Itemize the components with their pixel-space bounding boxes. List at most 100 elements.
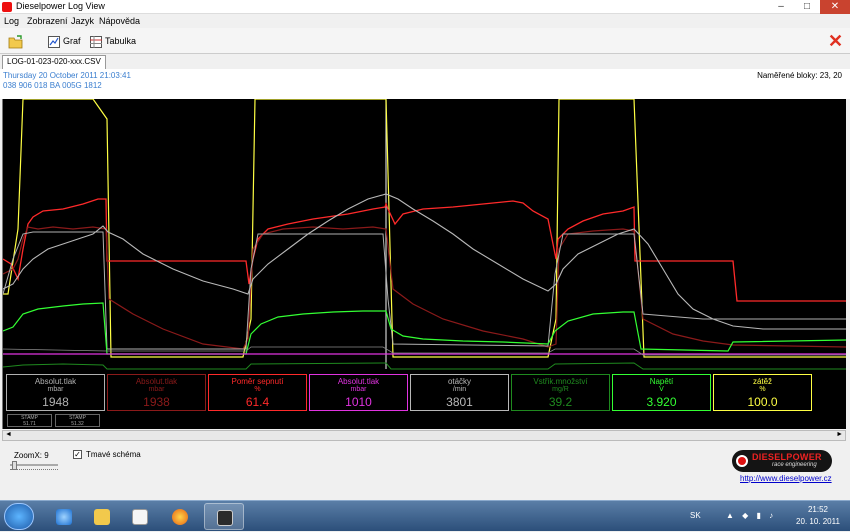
gauge-name: Poměr sepnutí	[231, 377, 284, 386]
graph-button[interactable]: Graf	[48, 32, 81, 50]
gauge-unit: %	[759, 386, 766, 393]
zoom-label: ZoomX: 9	[14, 451, 49, 460]
maximize-button[interactable]: □	[794, 0, 820, 14]
horizontal-scrollbar[interactable]: ◄ ►	[2, 430, 846, 441]
stamp-1: STAMP 51.71	[7, 414, 52, 427]
logo-tagline: race engineering	[772, 462, 817, 468]
stamp-value: 51.32	[71, 421, 84, 427]
gauge-name: zátěž	[752, 377, 773, 386]
stamp-value: 51.71	[23, 421, 36, 427]
gauge-absolut-tlak-2[interactable]: Absolut.tlak mbar 1938	[107, 374, 206, 411]
menu-napoveda[interactable]: Nápověda	[99, 16, 140, 26]
close-log-icon[interactable]: ✕	[828, 32, 843, 50]
trace-load	[3, 99, 846, 358]
trace-map	[3, 231, 846, 350]
gauge-name: otáčky	[447, 377, 472, 386]
log-date: Thursday 20 October 2011 21:03:41	[3, 71, 131, 80]
ie-icon[interactable]	[44, 503, 84, 530]
info-bar: Thursday 20 October 2011 21:03:41 038 90…	[0, 69, 850, 99]
window-title: Dieselpower Log View	[16, 1, 105, 11]
graph-label: Graf	[63, 36, 81, 46]
gauge-absolut-tlak-1[interactable]: Absolut.tlak mbar 1948	[6, 374, 105, 411]
gauge-pomer-sepnuti[interactable]: Poměr sepnutí % 61.4	[208, 374, 307, 411]
gauge-value: 1948	[42, 395, 69, 409]
media-player-icon[interactable]	[120, 503, 160, 530]
table-label: Tabulka	[105, 36, 137, 46]
gauge-name: Vstřik.množství	[533, 377, 588, 386]
open-folder-button[interactable]	[8, 32, 24, 50]
clock-date: 20. 10. 2011	[796, 517, 840, 526]
gauge-otacky[interactable]: otáčky /min 3801	[410, 374, 509, 411]
gauge-unit: /min	[452, 386, 467, 393]
stamp-2: STAMP 51.32	[55, 414, 100, 427]
system-tray: SK ▲ ◆ ▮ ♪ 21:52 20. 10. 2011	[680, 501, 850, 532]
menu-log[interactable]: Log	[4, 16, 19, 26]
title-bar: Dieselpower Log View – □ ✕	[0, 0, 850, 14]
zoom-track	[10, 464, 58, 466]
trace-injection	[3, 362, 846, 370]
gauge-unit: mg/R	[552, 386, 569, 393]
zoom-thumb[interactable]	[12, 461, 17, 470]
gauge-value: 1938	[143, 395, 170, 409]
tab-log-file[interactable]: LOG-01-023-020-xxx.CSV	[2, 55, 106, 69]
clock-time: 21:52	[807, 505, 829, 514]
tab-strip: LOG-01-023-020-xxx.CSV	[0, 55, 850, 69]
tray-icons[interactable]: ▲ ◆ ▮ ♪	[726, 511, 776, 520]
gauge-vstrik-mnozstvi[interactable]: Vstřik.množství mg/R 39.2	[511, 374, 610, 411]
chart-icon	[48, 35, 60, 48]
gauge-absolut-tlak-3[interactable]: Absolut.tlak mbar 1010	[309, 374, 408, 411]
logo-emblem-icon	[736, 455, 748, 467]
gauge-value: 3.920	[646, 395, 677, 409]
menu-jazyk[interactable]: Jazyk	[71, 16, 94, 26]
gauge-value: 100.0	[747, 395, 778, 409]
dark-scheme-checkbox[interactable]: ✓	[73, 450, 82, 460]
gauge-napeti[interactable]: Napětí V 3.920	[612, 374, 711, 411]
gauge-unit: %	[254, 386, 261, 393]
table-button[interactable]: Tabulka	[90, 32, 136, 50]
gauge-value: 1010	[345, 395, 372, 409]
gauge-unit: mbar	[350, 386, 367, 393]
scroll-left-icon[interactable]: ◄	[5, 431, 12, 438]
scroll-right-icon[interactable]: ►	[836, 431, 843, 438]
dieselpower-logo: DIESELPOWER race engineering	[732, 450, 832, 472]
logview-icon[interactable]	[204, 503, 244, 530]
gauge-value: 39.2	[548, 395, 573, 409]
gauge-unit: V	[659, 386, 664, 393]
menu-zobrazeni[interactable]: Zobrazení	[27, 16, 68, 26]
trace-boost-requested	[3, 226, 847, 350]
dark-scheme-option[interactable]: ✓ Tmavé schéma	[73, 450, 141, 460]
website-link[interactable]: http://www.dieselpower.cz	[740, 474, 832, 483]
gauge-value: 61.4	[245, 395, 270, 409]
log-graph[interactable]: Absolut.tlak mbar 1948 Absolut.tlak mbar…	[2, 99, 847, 429]
gauge-name: Absolut.tlak	[135, 377, 178, 386]
gauge-unit: mbar	[47, 386, 64, 393]
minimize-button[interactable]: –	[768, 0, 794, 14]
folder-icon	[8, 34, 23, 49]
start-button[interactable]	[4, 503, 34, 530]
menu-bar: Log Zobrazení Jazyk Nápověda	[0, 14, 850, 28]
zoom-ticks	[10, 469, 58, 472]
firefox-icon[interactable]	[160, 503, 200, 530]
close-window-button[interactable]: ✕	[820, 0, 850, 14]
gauge-zatez[interactable]: zátěž % 100.0	[713, 374, 812, 411]
zoom-slider[interactable]	[10, 461, 58, 473]
gauge-name: Absolut.tlak	[337, 377, 380, 386]
language-indicator[interactable]: SK	[690, 511, 701, 520]
dark-scheme-label: Tmavé schéma	[86, 450, 141, 459]
gauge-unit: mbar	[148, 386, 165, 393]
gauge-value: 3801	[446, 395, 473, 409]
logo-text: DIESELPOWER	[752, 452, 822, 462]
app-icon	[2, 2, 12, 12]
taskbar: SK ▲ ◆ ▮ ♪ 21:52 20. 10. 2011	[0, 500, 850, 531]
gauge-name: Napětí	[649, 377, 674, 386]
trace-voltage	[3, 302, 847, 355]
explorer-icon[interactable]	[82, 503, 122, 530]
app-window: Dieselpower Log View – □ ✕ Log Zobrazení…	[0, 0, 850, 500]
toolbar: Graf Tabulka ✕	[0, 28, 850, 54]
measured-blocks: Naměřené bloky: 23, 20	[757, 71, 842, 80]
gauge-name: Absolut.tlak	[34, 377, 77, 386]
table-icon	[90, 35, 102, 48]
trace-boost-actual	[3, 198, 846, 302]
ecu-id: 038 906 018 BA 005G 1812	[3, 81, 102, 90]
bottom-panel: ZoomX: 9 ✓ Tmavé schéma DIESELPOWER race …	[0, 443, 850, 493]
